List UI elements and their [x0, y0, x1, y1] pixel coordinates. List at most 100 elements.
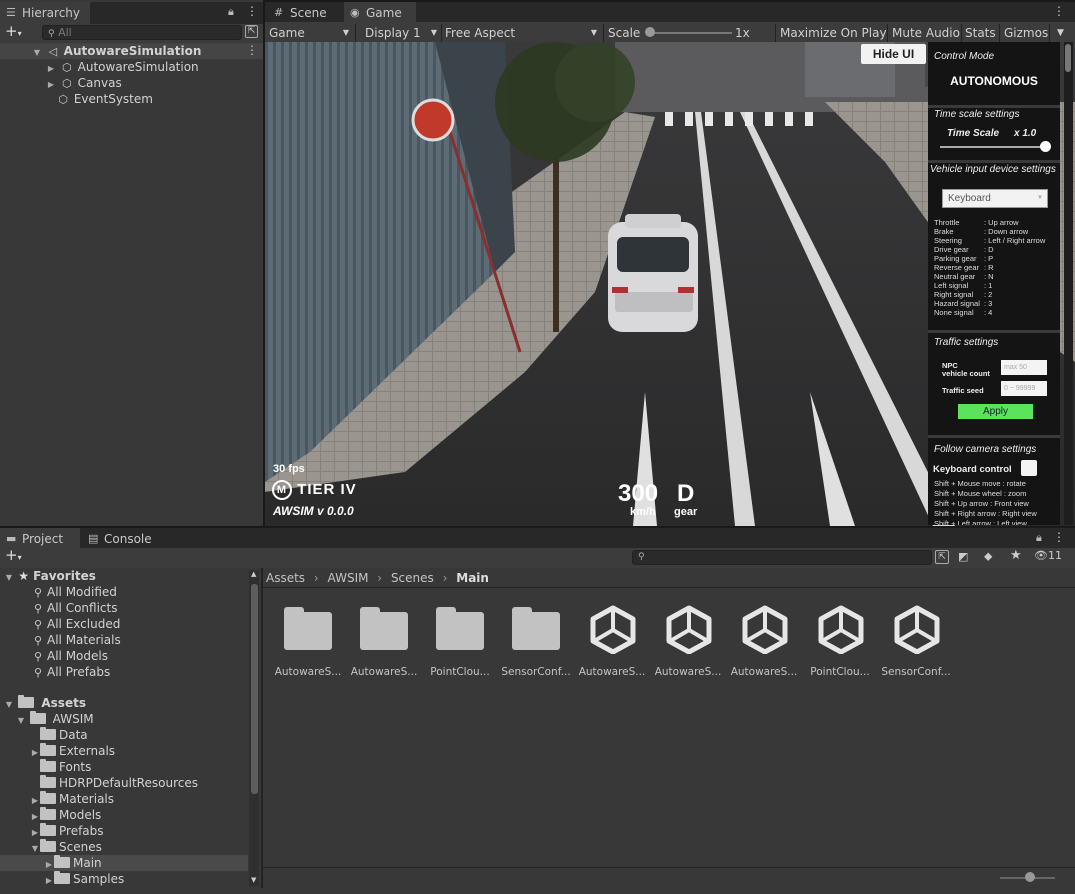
- tab-hierarchy[interactable]: ☰ Hierarchy: [0, 2, 90, 24]
- keymap-key: : 2: [984, 290, 993, 299]
- maximize-on-play-toggle[interactable]: Maximize On Play: [776, 22, 891, 44]
- favorites-header[interactable]: ▼ ★ Favorites: [0, 568, 96, 584]
- keymap-key: : P: [984, 254, 994, 263]
- hidden-packages-toggle[interactable]: 👁︎11: [1034, 549, 1062, 562]
- tab-game[interactable]: ◉ Game: [344, 2, 416, 24]
- breadcrumb-item[interactable]: AWSIM: [328, 571, 369, 585]
- tab-scene[interactable]: # Scene: [268, 2, 342, 24]
- tree-folder-awsim[interactable]: ▼ AWSIM: [0, 711, 94, 727]
- more-menu-icon[interactable]: ⋮: [1053, 530, 1065, 544]
- tree-folder[interactable]: ▶ Prefabs: [0, 823, 104, 839]
- tree-folder[interactable]: ▶ Samples: [0, 871, 124, 887]
- display-dropdown[interactable]: Display 1 ▼: [361, 22, 439, 44]
- search-by-type-icon[interactable]: ⇱: [935, 550, 949, 564]
- hierarchy-item[interactable]: ⬡ EventSystem: [0, 91, 153, 107]
- tree-folder[interactable]: ▶ Externals: [0, 743, 115, 759]
- more-menu-icon[interactable]: ⋮: [246, 4, 258, 18]
- keymap-action: Parking gear: [934, 254, 977, 263]
- speed-unit: km/h: [630, 506, 656, 518]
- stats-toggle[interactable]: Stats: [961, 22, 1000, 44]
- filter-by-type-icon[interactable]: ◩: [958, 550, 968, 563]
- favorite-item[interactable]: ⚲ All Modified: [0, 584, 117, 600]
- gizmos-dropdown-arrow-icon[interactable]: ▼: [1053, 22, 1068, 44]
- favorite-star-icon[interactable]: ★: [1010, 548, 1022, 563]
- favorite-item[interactable]: ⚲ All Materials: [0, 632, 121, 648]
- scene-filter-icon[interactable]: ⇱: [245, 25, 258, 38]
- asset-item[interactable]: SensorConf...: [879, 600, 953, 680]
- favorite-item[interactable]: ⚲ All Excluded: [0, 616, 120, 632]
- add-icon[interactable]: +▾: [5, 22, 22, 40]
- collapsed-arrow-icon[interactable]: ▶: [44, 873, 54, 889]
- project-search-input[interactable]: ⚲: [632, 550, 932, 565]
- control-panel-scrollbar[interactable]: [1064, 42, 1073, 525]
- tree-folder[interactable]: HDRPDefaultResources: [0, 775, 198, 791]
- favorite-item[interactable]: ⚲ All Prefabs: [0, 664, 110, 680]
- folder-icon: [512, 607, 560, 650]
- keymap-key: : Left / Right arrow: [984, 236, 1046, 245]
- asset-item[interactable]: AutowareS...: [727, 600, 801, 680]
- hierarchy-item[interactable]: ▶ ⬡ AutowareSimulation: [0, 59, 199, 75]
- breadcrumb-separator-icon: ›: [377, 571, 383, 585]
- lock-icon[interactable]: 🔒︎: [1036, 531, 1042, 545]
- control-panel-scroll-thumb[interactable]: [1065, 44, 1071, 72]
- time-scale-slider-thumb[interactable]: [1040, 141, 1051, 152]
- tree-scrollbar-thumb[interactable]: [251, 584, 258, 794]
- keymap-key: : R: [984, 263, 994, 272]
- scale-slider[interactable]: [647, 32, 732, 34]
- keymap-key: : N: [984, 272, 994, 281]
- time-scale-slider[interactable]: [940, 146, 1046, 148]
- tree-folder[interactable]: ▶ Models: [0, 807, 101, 823]
- favorite-item[interactable]: ⚲ All Models: [0, 648, 108, 664]
- lock-icon[interactable]: 🔒︎: [228, 5, 234, 19]
- mute-audio-toggle[interactable]: Mute Audio: [888, 22, 964, 44]
- breadcrumb-item[interactable]: Assets: [266, 571, 305, 585]
- traffic-seed-input[interactable]: 0 ~ 99999: [1001, 381, 1047, 396]
- assets-header[interactable]: ▼ Assets: [0, 695, 86, 711]
- game-mode-dropdown[interactable]: Game ▼: [265, 22, 353, 44]
- asset-item[interactable]: SensorConf...: [499, 600, 573, 680]
- more-menu-icon[interactable]: ⋮: [1053, 4, 1065, 18]
- tab-console[interactable]: ▤ Console: [82, 528, 162, 550]
- breadcrumb-item[interactable]: Scenes: [391, 571, 434, 585]
- gizmos-toggle[interactable]: Gizmos: [1000, 22, 1052, 44]
- filter-by-label-icon[interactable]: ⬥: [984, 549, 992, 564]
- favorite-item[interactable]: ⚲ All Conflicts: [0, 600, 118, 616]
- unity-scene-icon: [818, 605, 864, 654]
- asset-label: AutowareS...: [578, 666, 646, 678]
- tree-folder[interactable]: ▶ Materials: [0, 791, 114, 807]
- asset-item[interactable]: PointClou...: [803, 600, 877, 680]
- folder-icon: [40, 823, 56, 836]
- pane-divider[interactable]: [261, 568, 263, 888]
- keymap-action: Reverse gear: [934, 263, 980, 272]
- hierarchy-search-input[interactable]: ⚲ All: [42, 25, 242, 40]
- tree-folder[interactable]: Data: [0, 727, 88, 743]
- scale-slider-thumb[interactable]: [645, 27, 655, 37]
- asset-item[interactable]: AutowareS...: [651, 600, 725, 680]
- keyboard-control-checkbox[interactable]: [1021, 460, 1037, 476]
- npc-count-input[interactable]: max 50: [1001, 360, 1047, 375]
- traffic-title: Traffic settings: [934, 337, 999, 348]
- follow-help-line: Shift + Mouse wheel : zoom: [934, 489, 1027, 498]
- tree-folder[interactable]: ▼ Scenes: [0, 839, 102, 855]
- gear-label: gear: [674, 506, 698, 518]
- asset-item[interactable]: AutowareS...: [575, 600, 649, 680]
- apply-button[interactable]: Apply: [958, 404, 1033, 419]
- asset-item[interactable]: AutowareS...: [271, 600, 345, 680]
- tree-folder-selected[interactable]: ▶ Main: [0, 855, 248, 871]
- asset-item[interactable]: AutowareS...: [347, 600, 421, 680]
- breadcrumb-item-current[interactable]: Main: [456, 571, 489, 585]
- icon-size-slider-thumb[interactable]: [1025, 872, 1035, 882]
- aspect-dropdown[interactable]: Free Aspect ▼: [441, 22, 601, 44]
- tree-folder[interactable]: Fonts: [0, 759, 91, 775]
- hierarchy-root-row[interactable]: ▼ ◁ AutowareSimulation: [0, 43, 263, 59]
- tier-iv-logo: M TIER IV: [272, 480, 357, 500]
- keymap-key: : D: [984, 245, 994, 254]
- asset-item[interactable]: PointClou...: [423, 600, 497, 680]
- hierarchy-item[interactable]: ▶ ⬡ Canvas: [0, 75, 122, 91]
- scroll-up-icon[interactable]: ▲: [251, 570, 256, 578]
- scene-more-icon[interactable]: ⋮: [246, 43, 258, 57]
- add-icon[interactable]: +▾: [5, 546, 22, 564]
- hide-ui-button[interactable]: Hide UI: [861, 44, 926, 64]
- input-device-dropdown[interactable]: Keyboard ▼: [942, 189, 1048, 208]
- scroll-down-icon[interactable]: ▼: [251, 876, 256, 884]
